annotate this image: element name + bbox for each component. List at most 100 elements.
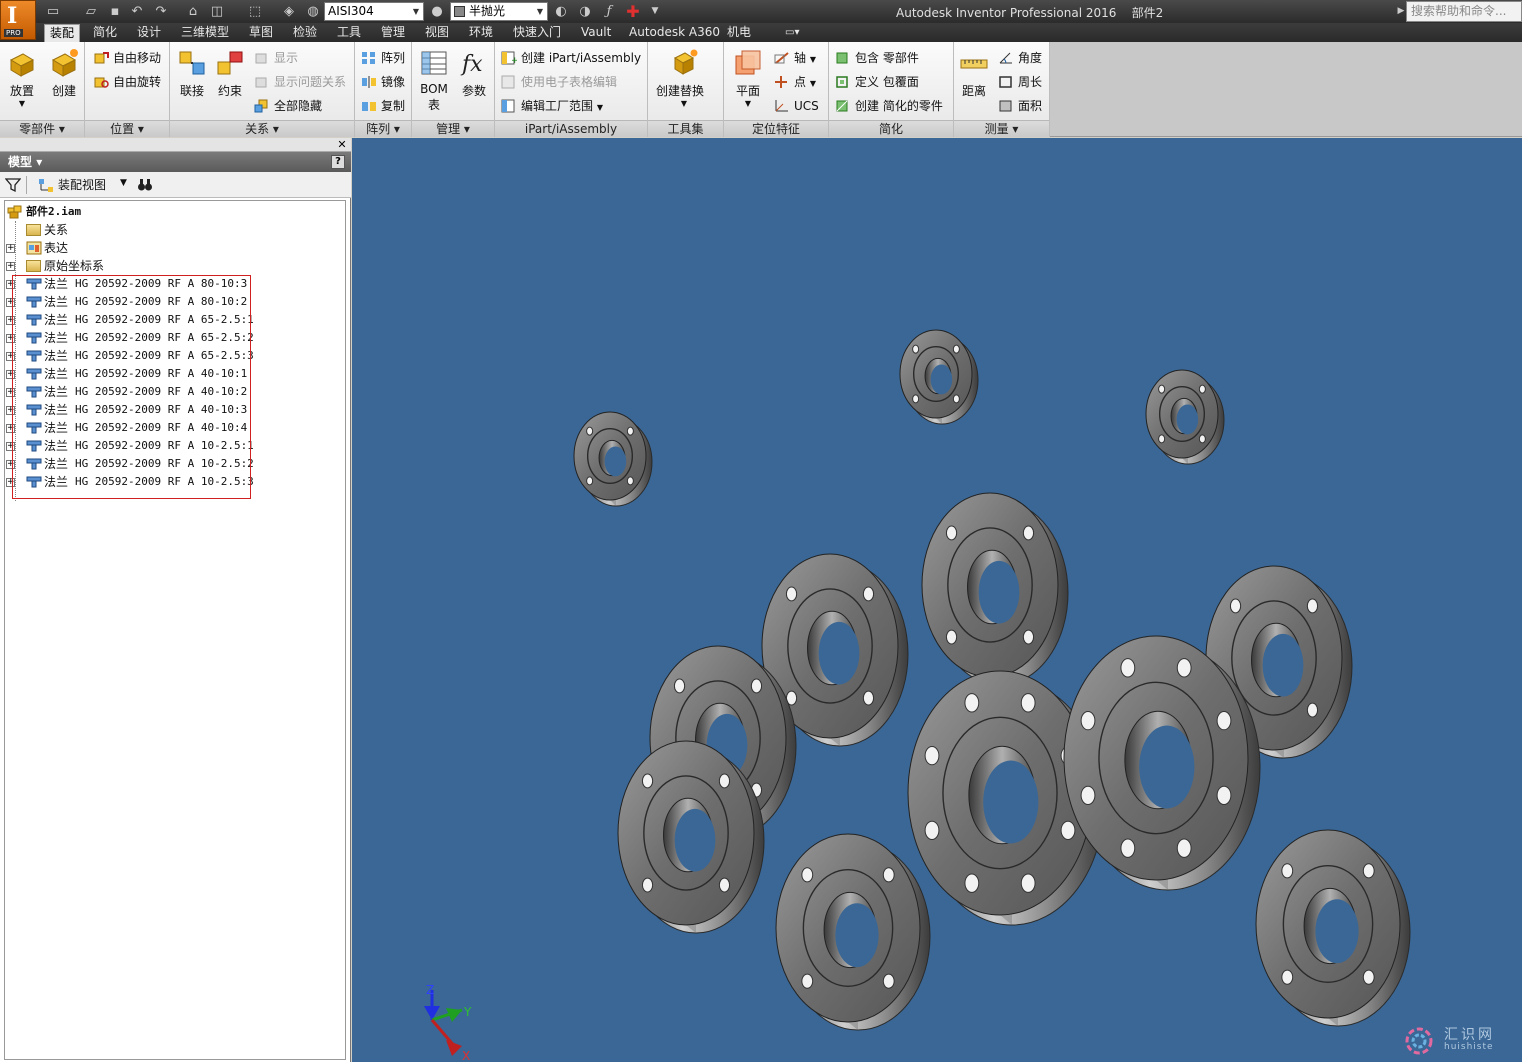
work-plane-button[interactable]: 平面 ▼: [728, 46, 768, 116]
undo-icon[interactable]: ↶: [128, 3, 146, 20]
globe-icon[interactable]: ◍: [304, 3, 322, 20]
free-rotate-icon: [94, 77, 109, 88]
show-relations-button[interactable]: 显示: [254, 48, 298, 68]
expand-icon[interactable]: +: [6, 262, 15, 271]
tab-get-started[interactable]: 快速入门: [508, 24, 566, 42]
tab-sketch[interactable]: 草图: [244, 24, 278, 42]
properties-icon[interactable]: ◈: [280, 3, 298, 20]
mirror-button[interactable]: 镜像: [361, 72, 405, 92]
constrain-button[interactable]: 约束: [210, 46, 250, 116]
flange-model[interactable]: [1255, 829, 1411, 1027]
tree-item-origin[interactable]: + 原始坐标系: [5, 257, 205, 275]
panel-title-manage[interactable]: 管理 ▾: [412, 120, 494, 137]
joint-button[interactable]: 联接: [172, 46, 212, 116]
binoculars-find-icon[interactable]: [137, 177, 153, 192]
project-icon[interactable]: ◫: [208, 3, 226, 20]
measure-cross-icon[interactable]: ✚: [624, 3, 642, 20]
filter-icon[interactable]: [5, 177, 21, 193]
save-icon[interactable]: ▪: [106, 3, 124, 20]
chevron-down-icon[interactable]: ▼: [120, 178, 127, 188]
help-icon[interactable]: ?: [331, 155, 345, 169]
panel-title-relationships[interactable]: 关系 ▾: [170, 120, 354, 137]
bolt-hole: [1281, 863, 1294, 879]
browser-grip-bar[interactable]: [0, 138, 351, 152]
place-button[interactable]: 放置 ▼: [2, 46, 42, 116]
panel-title-position[interactable]: 位置 ▾: [85, 120, 169, 137]
application-menu-button[interactable]: I PRO: [0, 0, 36, 40]
free-move-button[interactable]: 自由移动: [93, 48, 161, 68]
chevron-down-icon: ▼: [680, 99, 688, 108]
panel-title-measure[interactable]: 测量 ▾: [954, 120, 1049, 137]
expand-icon[interactable]: +: [6, 244, 15, 253]
material-select[interactable]: AISI304 ▼: [324, 2, 424, 21]
fx-icon[interactable]: ƒ: [600, 3, 618, 20]
flange-model[interactable]: [921, 492, 1069, 686]
free-rotate-button[interactable]: 自由旋转: [93, 72, 161, 92]
tab-inspect[interactable]: 检验: [288, 24, 322, 42]
tab-a360[interactable]: Autodesk A360: [624, 24, 725, 42]
panel-title-component[interactable]: 零部件 ▾: [0, 120, 84, 137]
tab-assemble[interactable]: 装配: [44, 24, 81, 42]
tab-electromechanical[interactable]: 机电: [722, 24, 756, 42]
close-icon[interactable]: ✕: [336, 139, 348, 151]
work-point-button[interactable]: 点 ▼: [774, 72, 816, 92]
flange-model[interactable]: [775, 833, 931, 1031]
assembly-view-button[interactable]: 装配视图: [38, 176, 106, 194]
flange-model[interactable]: [573, 411, 653, 507]
measure-angle-button[interactable]: 角度: [998, 48, 1042, 68]
open-icon[interactable]: ▱: [82, 3, 100, 20]
ucs-button[interactable]: UCS: [774, 96, 819, 116]
flange-model[interactable]: [899, 329, 979, 425]
tab-view[interactable]: 视图: [420, 24, 454, 42]
pattern-button[interactable]: 阵列: [361, 48, 405, 68]
create-substitute-button[interactable]: 创建替换 ▼: [656, 46, 704, 116]
browser-header[interactable]: 模型 ▾: [0, 152, 351, 172]
include-components-button[interactable]: 包含 零部件: [835, 48, 919, 68]
distance-label: 距离: [961, 84, 986, 98]
appearance-select[interactable]: 半抛光 ▼: [450, 2, 548, 21]
define-envelope-button[interactable]: 定义 包覆面: [835, 72, 919, 92]
select-icon[interactable]: ⬚: [246, 3, 264, 20]
hide-all-button[interactable]: 全部隐藏: [254, 96, 322, 116]
flange-model[interactable]: [1145, 369, 1225, 465]
copy-button[interactable]: 复制: [361, 96, 405, 116]
measure-perimeter-button[interactable]: 周长: [998, 72, 1042, 92]
measure-area-button[interactable]: 面积: [998, 96, 1042, 116]
create-substitute-label: 创建替换: [656, 84, 705, 98]
create-component-button[interactable]: 创建: [44, 46, 84, 116]
spreadsheet-edit-button[interactable]: 使用电子表格编辑: [501, 72, 617, 92]
panel-title-pattern[interactable]: 阵列 ▾: [355, 120, 411, 137]
bolt-hole: [641, 773, 654, 789]
edit-factory-button[interactable]: 编辑工厂范围 ▼: [501, 96, 603, 116]
measure-distance-button[interactable]: 距离: [954, 46, 994, 116]
show-sick-button[interactable]: 显示问题关系: [254, 72, 346, 92]
bom-button[interactable]: BOM 表: [414, 46, 454, 116]
graphics-viewport[interactable]: Z Y X: [352, 138, 1522, 1062]
create-simplified-part-button[interactable]: 创建 简化的零件: [835, 96, 943, 116]
tab-3d-model[interactable]: 三维模型: [176, 24, 234, 42]
tree-item-relationships[interactable]: 关系: [5, 221, 205, 239]
ribbon-options-icon[interactable]: ▭▾: [780, 24, 804, 42]
tab-tools[interactable]: 工具: [332, 24, 366, 42]
customize-qat-icon[interactable]: ▼: [646, 3, 664, 20]
redo-icon[interactable]: ↷: [152, 3, 170, 20]
tab-environments[interactable]: 环境: [464, 24, 498, 42]
tab-manage[interactable]: 管理: [376, 24, 410, 42]
tab-design[interactable]: 设计: [132, 24, 166, 42]
parameters-button[interactable]: fx 参数: [454, 46, 494, 116]
clear-appearance-icon[interactable]: ◐: [552, 3, 570, 20]
tab-vault[interactable]: Vault: [576, 24, 616, 42]
bolt-hole: [1120, 838, 1136, 858]
tree-item-representations[interactable]: + 表达: [5, 239, 205, 257]
new-file-icon[interactable]: ▭: [44, 3, 62, 20]
adjust-appearance-icon[interactable]: ◑: [576, 3, 594, 20]
home-icon[interactable]: ⌂: [184, 3, 202, 20]
create-ipart-button[interactable]: + 创建 iPart/iAssembly: [501, 48, 641, 68]
component-panel-label: 零部件: [19, 122, 56, 136]
tab-simplify[interactable]: 简化: [88, 24, 122, 42]
appearance-ball-icon[interactable]: ●: [428, 3, 446, 20]
help-search-input[interactable]: 搜索帮助和命令...: [1406, 1, 1522, 22]
panel-title-ipart: iPart/iAssembly: [495, 120, 647, 137]
work-axis-button[interactable]: 轴 ▼: [774, 48, 816, 68]
panel-ipart: + 创建 iPart/iAssembly 使用电子表格编辑 编辑工厂范围 ▼ i…: [495, 42, 648, 137]
